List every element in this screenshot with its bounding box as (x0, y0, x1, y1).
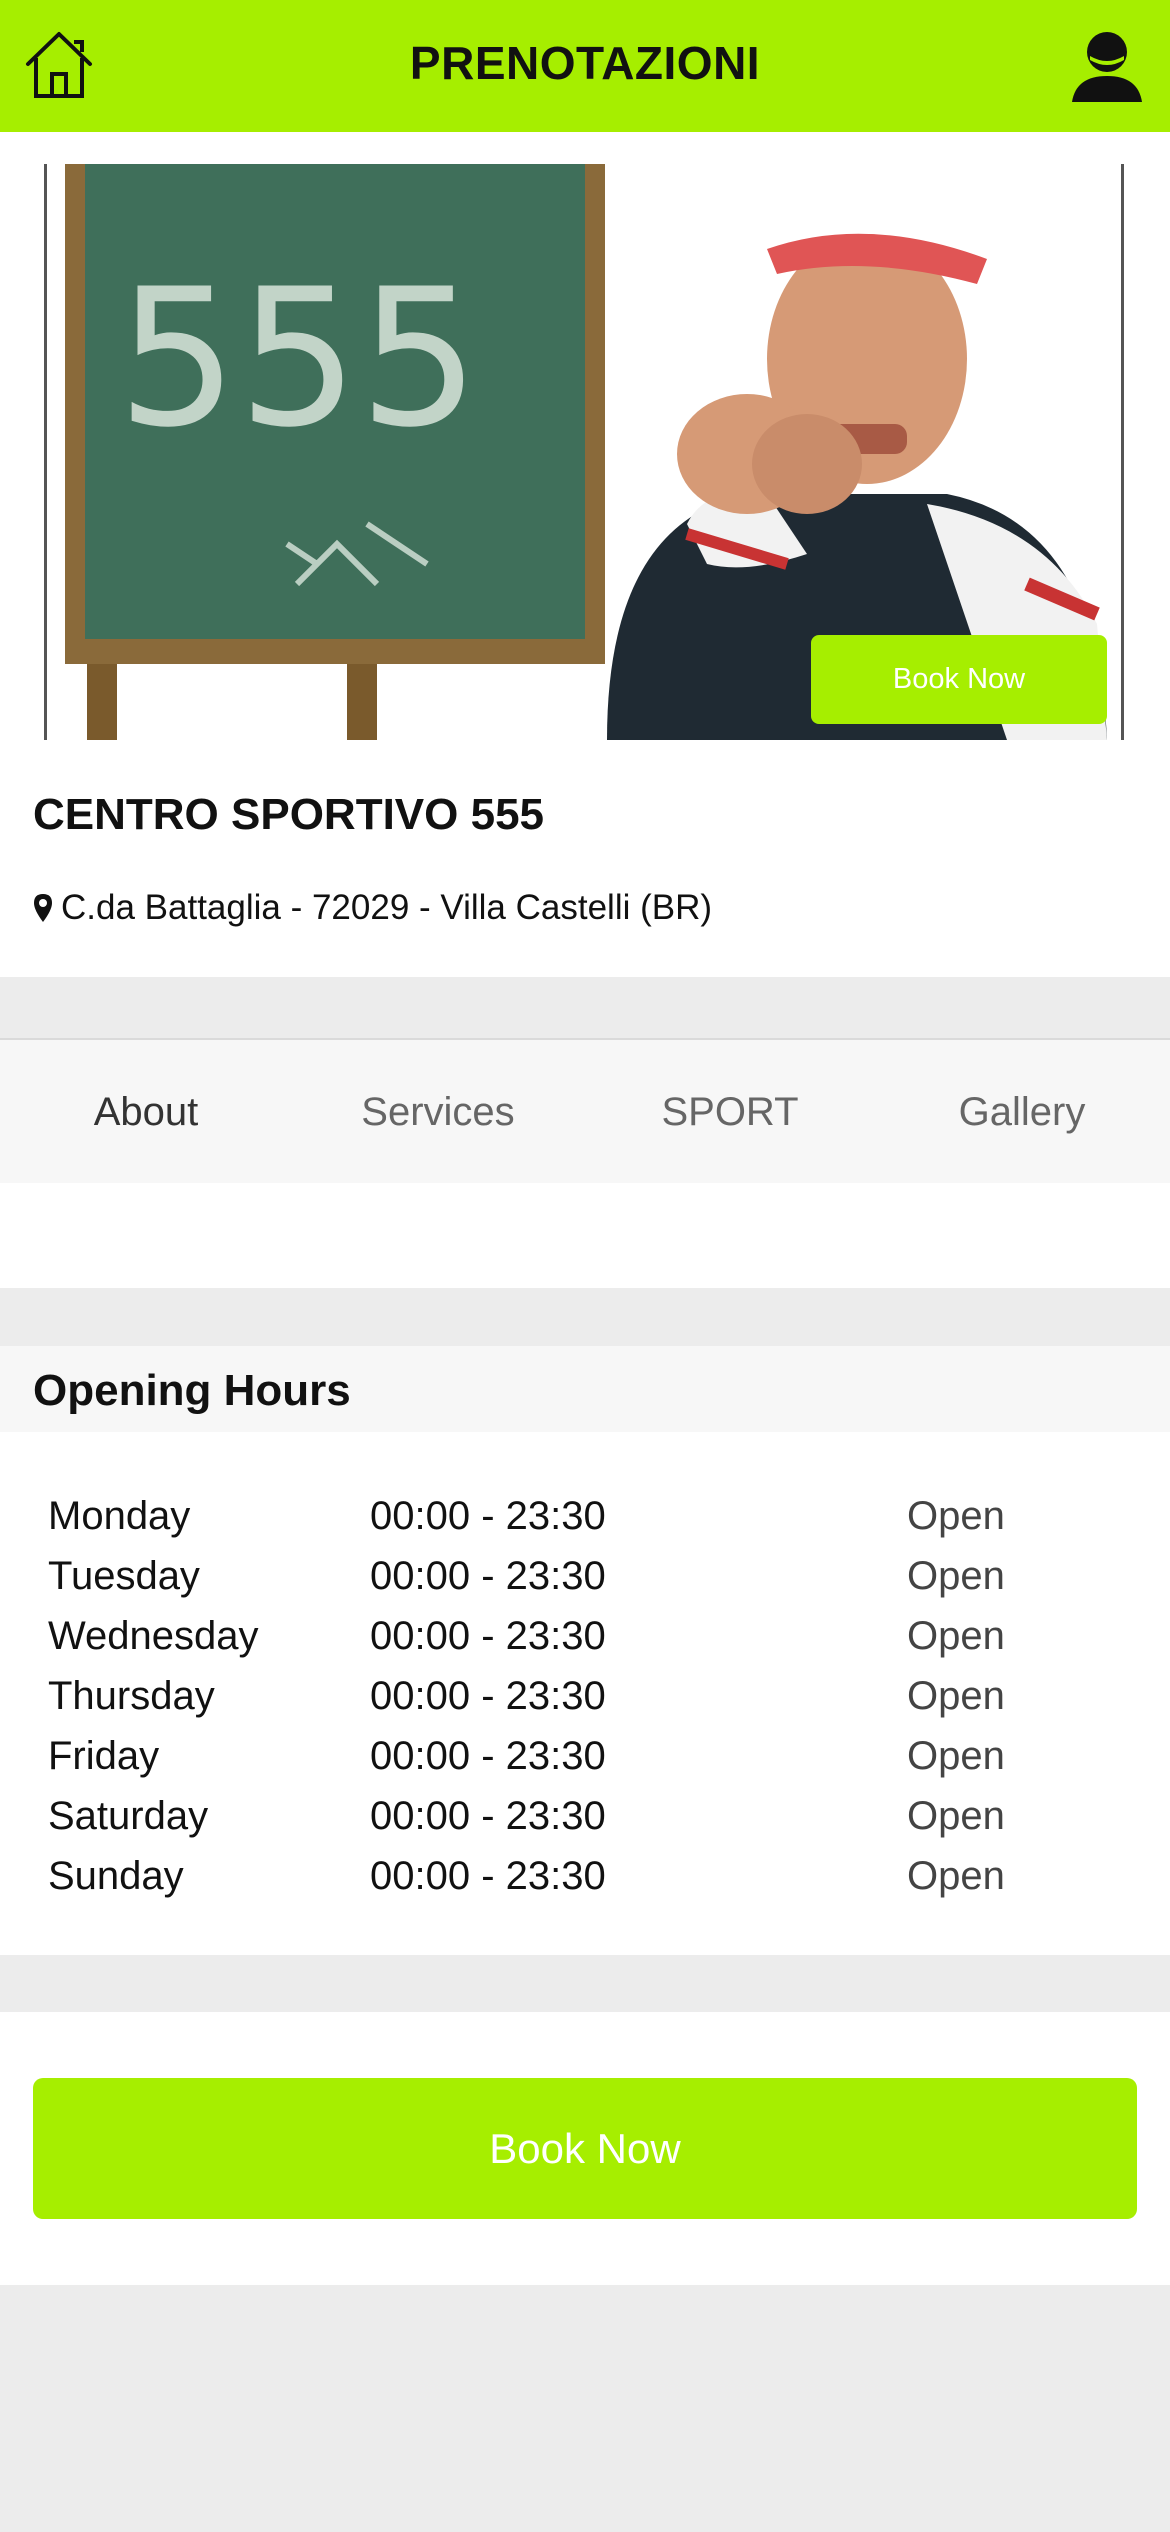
address-text: C.da Battaglia - 72029 - Villa Castelli … (61, 888, 713, 927)
venue-address: C.da Battaglia - 72029 - Villa Castelli … (33, 888, 712, 928)
hours-row: Sunday 00:00 - 23:30 Open (0, 1846, 1170, 1906)
map-pin-icon (34, 894, 52, 922)
opening-hours-title: Opening Hours (33, 1366, 351, 1415)
booking-footer: Book Now (0, 2012, 1170, 2285)
tab-services[interactable]: Services (292, 1040, 584, 1185)
time-range: 00:00 - 23:30 (370, 1554, 606, 1598)
tab-sport[interactable]: SPORT (584, 1040, 876, 1185)
open-status: Open (907, 1494, 1005, 1538)
day-label: Monday (48, 1494, 191, 1538)
day-label: Tuesday (48, 1554, 200, 1598)
app-title: PRENOTAZIONI (409, 37, 761, 89)
day-label: Saturday (48, 1794, 209, 1838)
time-range: 00:00 - 23:30 (370, 1494, 606, 1538)
open-status: Open (907, 1674, 1005, 1718)
time-range: 00:00 - 23:30 (370, 1734, 606, 1778)
open-status: Open (907, 1854, 1005, 1898)
venue-header: 555 Book Now CENTRO SPORTIVO 555 C.da Ba… (0, 132, 1170, 977)
day-label: Sunday (48, 1854, 184, 1898)
hours-row: Wednesday 00:00 - 23:30 Open (0, 1606, 1170, 1666)
hero-book-now-button[interactable]: Book Now (811, 635, 1107, 724)
hours-row: Saturday 00:00 - 23:30 Open (0, 1786, 1170, 1846)
day-label: Thursday (48, 1674, 215, 1718)
time-range: 00:00 - 23:30 (370, 1674, 606, 1718)
hours-row: Friday 00:00 - 23:30 Open (0, 1726, 1170, 1786)
tab-content (0, 1183, 1170, 1288)
hours-row: Thursday 00:00 - 23:30 Open (0, 1666, 1170, 1726)
book-now-button[interactable]: Book Now (33, 2078, 1137, 2219)
time-range: 00:00 - 23:30 (370, 1854, 606, 1898)
open-status: Open (907, 1614, 1005, 1658)
day-label: Friday (48, 1734, 160, 1778)
tab-gallery[interactable]: Gallery (876, 1040, 1168, 1185)
hours-row: Tuesday 00:00 - 23:30 Open (0, 1546, 1170, 1606)
time-range: 00:00 - 23:30 (370, 1794, 606, 1838)
time-range: 00:00 - 23:30 (370, 1614, 606, 1658)
hours-row: Monday 00:00 - 23:30 Open (0, 1486, 1170, 1546)
section-tabs: About Services SPORT Gallery (0, 1038, 1170, 1183)
day-label: Wednesday (48, 1614, 259, 1658)
tab-about[interactable]: About (0, 1040, 292, 1185)
svg-text:555: 555 (117, 248, 480, 469)
open-status: Open (907, 1734, 1005, 1778)
user-icon[interactable] (1068, 26, 1146, 104)
opening-hours-section: Opening Hours Monday 00:00 - 23:30 Open … (0, 1346, 1170, 1955)
top-bar: PRENOTAZIONI (0, 0, 1170, 132)
venue-name: CENTRO SPORTIVO 555 (33, 790, 545, 839)
open-status: Open (907, 1794, 1005, 1838)
opening-hours-header: Opening Hours (0, 1346, 1170, 1432)
open-status: Open (907, 1554, 1005, 1598)
